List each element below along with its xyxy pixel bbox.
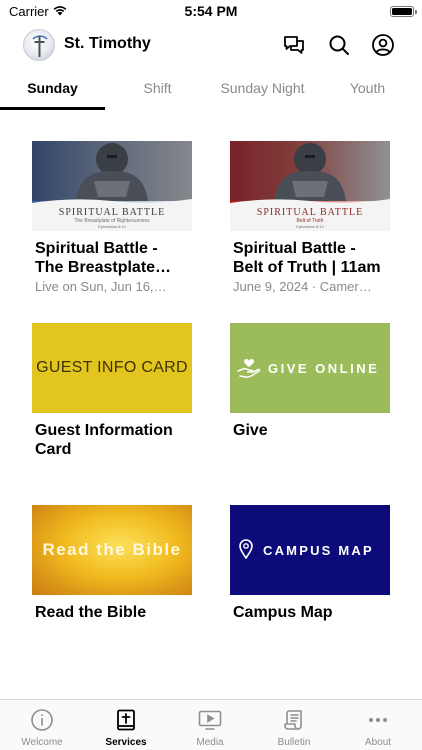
card-title: Spiritual Battle - Belt of Truth | 11am bbox=[233, 240, 381, 276]
sermon-card-breastplate[interactable]: SPIRITUAL BATTLE The Breastplate of Righ… bbox=[32, 141, 192, 296]
bottom-nav: Welcome Services Media Bulletin About bbox=[0, 699, 422, 750]
app-header: St. Timothy bbox=[0, 26, 422, 64]
map-pin-icon bbox=[239, 539, 253, 559]
chat-bubbles-icon[interactable] bbox=[282, 33, 306, 57]
sermon-thumbnail: SPIRITUAL BATTLE The Breastplate of Righ… bbox=[32, 141, 192, 231]
thumbnail-reference: Ephesians 6:14 bbox=[296, 224, 324, 229]
sermon-thumbnail: SPIRITUAL BATTLE Belt of Truth Ephesians… bbox=[230, 141, 390, 231]
thumbnail-reference: Ephesians 6:14 bbox=[98, 224, 126, 229]
tab-youth[interactable]: Youth bbox=[315, 80, 420, 96]
tab-sunday[interactable]: Sunday bbox=[0, 80, 105, 96]
profile-icon[interactable] bbox=[371, 33, 395, 57]
play-screen-icon bbox=[198, 710, 222, 730]
nav-welcome[interactable]: Welcome bbox=[0, 700, 84, 750]
campus-map-thumbnail: CAMPUS MAP bbox=[230, 505, 390, 595]
give-card[interactable]: GIVE ONLINE Give bbox=[230, 323, 390, 443]
guest-info-card[interactable]: GUEST INFO CARD Guest Information Card bbox=[32, 323, 192, 463]
heart-hand-icon bbox=[237, 359, 261, 378]
nav-label: Welcome bbox=[21, 737, 63, 748]
nav-bulletin[interactable]: Bulletin bbox=[252, 700, 336, 750]
nav-label: Media bbox=[196, 737, 224, 748]
status-bar: Carrier 5:54 PM bbox=[0, 0, 422, 24]
thumbnail-text: GIVE ONLINE bbox=[268, 361, 380, 376]
card-title: Guest Information Card bbox=[35, 422, 173, 458]
service-tabs: Sunday Shift Sunday Night Youth bbox=[0, 76, 422, 110]
church-logo bbox=[23, 29, 55, 61]
thumbnail-text: Read the Bible bbox=[42, 540, 182, 559]
read-bible-thumbnail: Read the Bible bbox=[32, 505, 192, 595]
church-name[interactable]: St. Timothy bbox=[64, 35, 151, 53]
nav-services[interactable]: Services bbox=[84, 700, 168, 750]
nav-label: About bbox=[364, 737, 392, 748]
nav-media[interactable]: Media bbox=[168, 700, 252, 750]
guest-info-thumbnail: GUEST INFO CARD bbox=[32, 323, 192, 413]
card-subtitle: Live on Sun, Jun 16,… bbox=[35, 279, 167, 294]
bible-cross-icon bbox=[117, 709, 135, 731]
search-icon[interactable] bbox=[327, 33, 351, 57]
info-circle-icon bbox=[31, 709, 53, 731]
scroll-icon bbox=[284, 710, 302, 730]
thumbnail-text: CAMPUS MAP bbox=[263, 543, 374, 558]
nav-label: Services bbox=[105, 737, 147, 748]
nav-about[interactable]: About bbox=[336, 700, 420, 750]
campus-map-card[interactable]: CAMPUS MAP Campus Map bbox=[230, 505, 390, 625]
thumbnail-title: SPIRITUAL BATTLE bbox=[58, 207, 166, 218]
tab-shift[interactable]: Shift bbox=[105, 80, 210, 96]
thumbnail-text: GUEST INFO CARD bbox=[36, 359, 188, 376]
status-time: 5:54 PM bbox=[184, 3, 238, 19]
card-title: Give bbox=[233, 422, 268, 439]
more-dots-icon bbox=[369, 718, 387, 722]
nav-label: Bulletin bbox=[277, 737, 311, 748]
tab-sunday-night[interactable]: Sunday Night bbox=[210, 80, 315, 96]
card-title: Read the Bible bbox=[35, 604, 147, 621]
active-tab-indicator bbox=[0, 107, 105, 110]
thumbnail-title: SPIRITUAL BATTLE bbox=[256, 207, 364, 218]
give-thumbnail: GIVE ONLINE bbox=[230, 323, 390, 413]
sermon-card-belt-of-truth[interactable]: SPIRITUAL BATTLE Belt of Truth Ephesians… bbox=[230, 141, 390, 296]
read-bible-card[interactable]: Read the Bible Read the Bible bbox=[32, 505, 192, 625]
card-title: Campus Map bbox=[233, 604, 333, 621]
card-title: Spiritual Battle - The Breastplate… bbox=[35, 240, 172, 276]
card-subtitle: June 9, 2024 · Camer… bbox=[233, 279, 372, 294]
battery-icon bbox=[390, 6, 417, 17]
